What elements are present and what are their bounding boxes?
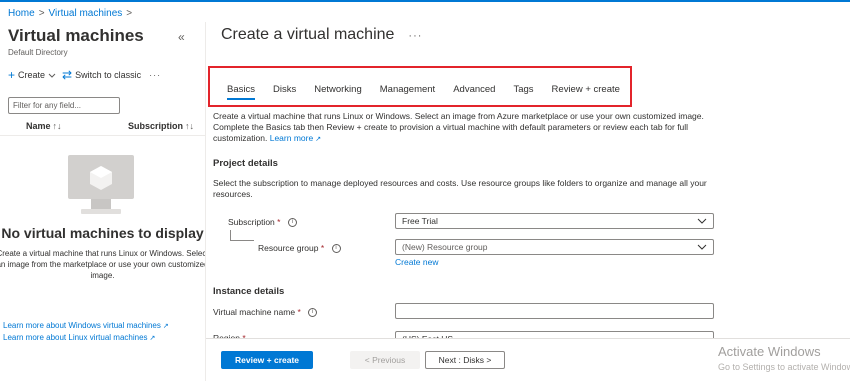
- divider: [0, 135, 205, 136]
- column-subscription-label: Subscription: [128, 121, 184, 131]
- link-label: Learn more about Windows virtual machine…: [3, 321, 161, 330]
- next-disks-button[interactable]: Next : Disks >: [425, 351, 505, 369]
- column-header-subscription[interactable]: Subscription ↑↓: [128, 121, 194, 131]
- page-title: Virtual machines: [8, 26, 144, 45]
- sort-icon: ↑↓: [52, 121, 62, 131]
- command-bar: + Create ⇄ Switch to classic ···: [8, 68, 161, 82]
- switch-to-classic-button[interactable]: ⇄ Switch to classic: [62, 68, 141, 82]
- create-button[interactable]: + Create: [8, 68, 62, 82]
- pane-divider: [205, 22, 206, 381]
- create-new-resource-group-link[interactable]: Create new: [395, 257, 438, 267]
- tab-basics[interactable]: Basics: [227, 84, 255, 100]
- virtual-machine-monitor-icon: [67, 155, 135, 221]
- external-link-icon: ↗: [162, 323, 169, 330]
- vm-name-label-text: Virtual machine name: [213, 307, 296, 317]
- required-marker: *: [277, 217, 281, 227]
- external-link-icon: ↗: [149, 335, 156, 342]
- empty-state-description: Create a virtual machine that runs Linux…: [0, 249, 205, 280]
- activation-watermark-subtitle: Go to Settings to activate Windows.: [718, 362, 850, 372]
- resource-group-label-text: Resource group: [258, 243, 319, 253]
- vm-name-label: Virtual machine name * i: [213, 307, 318, 318]
- info-icon[interactable]: i: [287, 218, 297, 228]
- learn-more-link[interactable]: Learn more ↗: [270, 133, 321, 143]
- breadcrumb: Home > Virtual machines >: [8, 8, 136, 19]
- blade-title-text: Create a virtual machine: [221, 26, 395, 43]
- tab-review-create[interactable]: Review + create: [552, 84, 620, 95]
- intro-paragraph: Create a virtual machine that runs Linux…: [213, 111, 713, 145]
- collapse-icon[interactable]: «: [178, 30, 185, 44]
- create-label: Create: [18, 70, 46, 80]
- required-marker: *: [297, 307, 301, 317]
- wizard-tabs: Basics Disks Networking Management Advan…: [227, 84, 638, 100]
- switch-arrows-icon: ⇄: [62, 68, 73, 82]
- tab-management[interactable]: Management: [380, 84, 435, 95]
- tab-networking[interactable]: Networking: [314, 84, 362, 95]
- subscription-select[interactable]: Free Trial: [395, 213, 714, 229]
- breadcrumb-home[interactable]: Home: [8, 8, 35, 19]
- resource-group-label: Resource group * i: [258, 243, 341, 254]
- project-details-heading: Project details: [213, 158, 278, 169]
- learn-more-label: Learn more: [269, 133, 314, 143]
- more-icon[interactable]: ···: [149, 70, 161, 80]
- review-create-button[interactable]: Review + create: [221, 351, 313, 369]
- chevron-down-icon: [48, 70, 56, 80]
- info-icon[interactable]: i: [308, 308, 318, 318]
- previous-button[interactable]: < Previous: [350, 351, 420, 369]
- required-marker: *: [320, 243, 325, 253]
- external-link-icon: ↗: [315, 136, 322, 143]
- learn-more-windows-link[interactable]: Learn more about Windows virtual machine…: [3, 321, 169, 330]
- filter-input[interactable]: [8, 97, 120, 114]
- breadcrumb-separator: >: [38, 8, 45, 19]
- vm-list-pane: Virtual machines Default Directory « + C…: [0, 22, 205, 381]
- vm-name-input[interactable]: [395, 303, 714, 319]
- more-icon[interactable]: ···: [408, 30, 422, 42]
- subscription-label: Subscription * i: [228, 217, 297, 228]
- portal-top-accent: [0, 0, 850, 2]
- tree-connector: [230, 230, 254, 241]
- column-header-name[interactable]: Name ↑↓: [26, 121, 62, 131]
- info-icon[interactable]: i: [331, 244, 341, 254]
- subscription-value: Free Trial: [402, 216, 438, 226]
- blade-title: Create a virtual machine ···: [221, 26, 422, 44]
- tab-tags[interactable]: Tags: [513, 84, 533, 95]
- tab-advanced[interactable]: Advanced: [453, 84, 495, 95]
- directory-label: Default Directory: [8, 48, 68, 57]
- switch-to-classic-label: Switch to classic: [75, 70, 142, 80]
- breadcrumb-virtual-machines[interactable]: Virtual machines: [49, 8, 123, 19]
- chevron-down-icon: [697, 240, 707, 258]
- project-details-description: Select the subscription to manage deploy…: [213, 178, 707, 199]
- instance-details-heading: Instance details: [213, 286, 285, 297]
- resource-group-select[interactable]: (New) Resource group: [395, 239, 714, 255]
- breadcrumb-separator: >: [126, 8, 133, 19]
- subscription-label-text: Subscription: [228, 217, 275, 227]
- empty-state-title: No virtual machines to display: [1, 225, 204, 241]
- chevron-down-icon: [697, 214, 707, 232]
- learn-more-linux-link[interactable]: Learn more about Linux virtual machines ↗: [3, 333, 155, 342]
- column-name-label: Name: [26, 121, 51, 131]
- sort-icon: ↑↓: [185, 121, 195, 131]
- tab-disks[interactable]: Disks: [273, 84, 296, 95]
- link-label: Learn more about Linux virtual machines: [3, 333, 148, 342]
- activation-watermark-title: Activate Windows: [718, 344, 821, 359]
- resource-group-value: (New) Resource group: [402, 242, 488, 252]
- plus-icon: +: [8, 68, 16, 82]
